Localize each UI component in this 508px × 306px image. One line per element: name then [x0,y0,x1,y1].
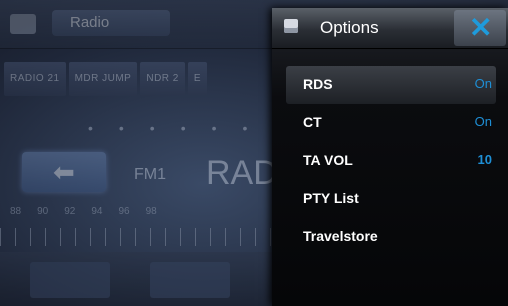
scale-label: 92 [64,206,76,217]
preset-button[interactable]: E [187,62,208,96]
station-name: RAD [206,154,278,192]
options-title: Options [320,18,379,37]
options-menu-icon [284,19,298,33]
option-label: CT [303,114,322,130]
options-header: Options ✕ [272,8,508,49]
option-label: TA VOL [303,152,353,168]
frequency-scale: 88 90 92 94 96 98 [10,206,157,217]
option-rds[interactable]: RDS On [286,66,496,104]
option-label: Travelstore [303,228,378,244]
radio-app-icon [10,14,36,34]
option-ct[interactable]: CT On [286,104,496,142]
option-travelstore[interactable]: Travelstore [286,218,496,256]
option-value: On [474,76,492,91]
option-value: 10 [477,152,492,167]
options-list: RDS On CT On TA VOL 10 PTY List Travelst… [272,66,508,256]
preset-button[interactable]: RADIO 21 [4,62,66,96]
option-ta-vol[interactable]: TA VOL 10 [286,142,496,180]
shuffle-button[interactable] [150,262,230,298]
option-value: On [474,114,492,129]
close-icon: ✕ [469,12,493,43]
scale-label: 96 [118,206,130,217]
option-label: PTY List [303,190,359,206]
app-title: Radio [52,10,170,36]
radio-screen: Radio RADIO 21 MDR JUMP NDR 2 E ••••••• … [0,0,508,306]
option-label: RDS [303,76,333,92]
arrow-left-icon: ⬅ [53,157,75,187]
close-button[interactable]: ✕ [454,10,506,46]
options-panel: Options ✕ RDS On CT On TA VOL 10 PTY Lis… [272,8,508,306]
band-label: FM1 [134,166,166,183]
preset-button[interactable]: MDR JUMP [68,62,138,96]
option-pty-list[interactable]: PTY List [286,180,496,218]
preset-list: RADIO 21 MDR JUMP NDR 2 E [4,62,208,96]
tuning-ruler[interactable] [0,228,300,246]
scale-label: 88 [10,206,22,217]
scale-label: 98 [145,206,157,217]
back-button[interactable]: ⬅ [22,152,106,192]
scale-label: 94 [91,206,103,217]
rss-button[interactable] [30,262,110,298]
preset-button[interactable]: NDR 2 [140,62,185,96]
scale-label: 90 [37,206,49,217]
